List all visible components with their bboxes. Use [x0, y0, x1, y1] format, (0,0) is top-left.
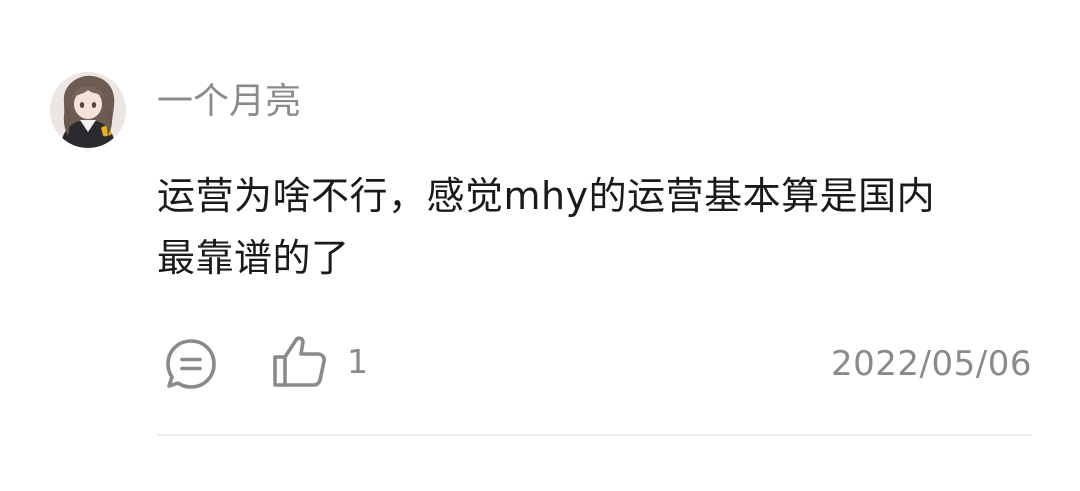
like-count: 1: [347, 342, 368, 381]
thumbs-up-icon: [273, 336, 326, 387]
avatar[interactable]: [50, 72, 126, 148]
comment-text: 运营为啥不行，感觉mhy的运营基本算是国内 最靠谱的了: [157, 165, 1017, 289]
chat-bubble-icon: [166, 339, 216, 389]
comment-text-line: 运营为啥不行，感觉mhy的运营基本算是国内: [157, 174, 936, 218]
divider: [157, 434, 1032, 436]
like-button[interactable]: [270, 332, 330, 392]
comment-text-line: 最靠谱的了: [157, 236, 350, 280]
comment-actions: 1 2022/05/06: [157, 330, 1032, 394]
username[interactable]: 一个月亮: [157, 78, 301, 126]
reply-button[interactable]: [163, 336, 219, 392]
avatar-image: [50, 72, 126, 148]
comment-date: 2022/05/06: [831, 344, 1032, 384]
comment-item: 一个月亮 运营为啥不行，感觉mhy的运营基本算是国内 最靠谱的了 1 2022/…: [0, 0, 1080, 491]
